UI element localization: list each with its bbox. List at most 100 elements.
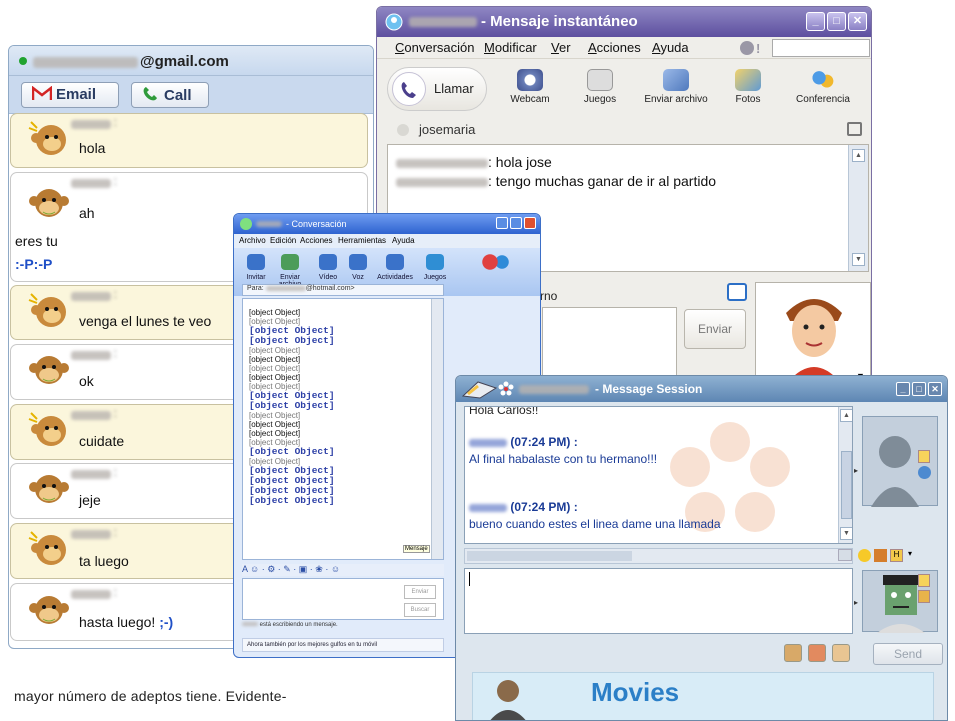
- redacted-username: [409, 17, 477, 27]
- close-button[interactable]: [524, 217, 536, 229]
- close-button[interactable]: ✕: [848, 12, 867, 31]
- small-scrollbar[interactable]: [431, 299, 443, 559]
- maximize-button[interactable]: □: [827, 12, 846, 31]
- contact-name: josemaria: [419, 122, 476, 137]
- menu-ayuda[interactable]: Ayuda: [392, 236, 415, 245]
- menu-acciones[interactable]: Acciones: [588, 40, 641, 55]
- small-message-input[interactable]: Enviar Buscar: [242, 578, 444, 620]
- menu-conversacion[interactable]: Conversación: [395, 40, 475, 55]
- redacted-username: [33, 56, 138, 68]
- input-toolbar: H ▾: [836, 548, 947, 564]
- icq-flower-icon: [498, 381, 514, 396]
- format-toolbar[interactable]: A ☺ · ⚙ · ✎ · ▣ · ❀ · ☺: [242, 564, 444, 576]
- menu-acciones[interactable]: Acciones: [300, 236, 332, 245]
- ad-banner[interactable]: Ahora también por los mejores gulfos en …: [242, 638, 444, 652]
- menu-edicion[interactable]: Edición: [270, 236, 296, 245]
- conversation-line: : tengo muchas ganar de ir al partido: [396, 173, 716, 189]
- attach-icon[interactable]: [784, 644, 802, 662]
- gmail-titlebar[interactable]: @gmail.com: [9, 46, 373, 76]
- small-buscar-button[interactable]: Buscar: [404, 603, 436, 617]
- dice-icon: [587, 69, 613, 91]
- maximize-button[interactable]: [510, 217, 522, 229]
- window-title: - Conversación: [286, 219, 347, 229]
- conversation-scrollbar[interactable]: ▲ ▼: [848, 145, 868, 271]
- minimize-button[interactable]: _: [896, 382, 910, 396]
- video-button[interactable]: Vídeo: [312, 254, 344, 281]
- icq-message-input[interactable]: [464, 568, 853, 634]
- msn-menubar: Conversación Modificar Ver Acciones Ayud…: [377, 37, 871, 59]
- phone-icon: [392, 72, 426, 106]
- menu-herramientas[interactable]: Herramientas: [338, 236, 386, 245]
- juegos-button[interactable]: Juegos: [419, 254, 451, 281]
- small-conversation-lines: [object Object] [object Object] [object …: [249, 308, 335, 506]
- close-button[interactable]: ✕: [928, 382, 942, 396]
- tools-icon[interactable]: [874, 549, 887, 562]
- file-icon: [663, 69, 689, 91]
- menu-modificar[interactable]: Modificar: [484, 40, 537, 55]
- expand-arrow-icon[interactable]: ▸: [854, 466, 858, 475]
- movie-character-icon: [490, 680, 526, 720]
- email-button[interactable]: Email: [21, 82, 119, 108]
- gmail-icon: [31, 85, 53, 100]
- actividades-button[interactable]: Actividades: [374, 254, 416, 281]
- juegos-button[interactable]: Juegos: [565, 69, 635, 105]
- invitar-button[interactable]: Invitar: [240, 254, 272, 281]
- enviar-button[interactable]: Enviar: [684, 309, 746, 349]
- send-button[interactable]: Send: [873, 643, 943, 665]
- user-card-icon[interactable]: [727, 283, 747, 301]
- icq-titlebar[interactable]: - Message Session _ □ ✕: [456, 376, 947, 402]
- menu-ayuda[interactable]: Ayuda: [652, 40, 689, 55]
- message-text: bueno cuando estes el linea dame una lla…: [469, 517, 721, 531]
- conversation-line: : hola jose: [396, 154, 552, 170]
- maximize-button[interactable]: □: [912, 382, 926, 396]
- user-options-icon[interactable]: [918, 466, 931, 479]
- msn-buddy-icon: [385, 13, 403, 31]
- expand-arrow-icon[interactable]: ▸: [854, 598, 858, 607]
- info-icon[interactable]: [918, 450, 930, 463]
- msn-buddy-icon: [240, 218, 252, 230]
- window-title: - Message Session: [595, 382, 703, 396]
- contact-status-icon: [397, 124, 409, 136]
- small-enviar-button[interactable]: Enviar: [404, 585, 436, 599]
- enviar-archivo-button[interactable]: Enviar archivo: [636, 69, 716, 105]
- history-icon[interactable]: [832, 644, 850, 662]
- history-scrollbar[interactable]: ▲ ▼: [838, 407, 852, 543]
- smiley-icon[interactable]: [858, 549, 871, 562]
- conference-icon: [810, 69, 836, 91]
- menu-ver[interactable]: Ver: [551, 40, 571, 55]
- msn-butterfly-icon: [478, 252, 518, 272]
- message-header: (07:24 PM) :: [469, 500, 578, 514]
- avatar-boy-icon: [785, 299, 843, 385]
- contact-card-icon[interactable]: [847, 122, 862, 136]
- webcam-button[interactable]: Webcam: [495, 69, 565, 105]
- tooltip: Mensaje: [403, 545, 430, 553]
- gmail-toolbar: Email Call: [9, 76, 373, 114]
- send-file-icon[interactable]: [808, 644, 826, 662]
- call-button[interactable]: Call: [131, 82, 209, 108]
- typing-status: está escribiendo un mensaje.: [242, 622, 444, 632]
- search-input[interactable]: [772, 39, 870, 57]
- fotos-button[interactable]: Fotos: [713, 69, 783, 105]
- movies-banner[interactable]: Movies: [472, 672, 934, 720]
- online-status-icon: [19, 57, 27, 65]
- minimize-button[interactable]: _: [806, 12, 825, 31]
- article-text: mayor número de adeptos tiene. Evidente-: [14, 688, 287, 704]
- voz-button[interactable]: Voz: [342, 254, 374, 281]
- message-header: (07:24 PM) :: [469, 435, 578, 449]
- menu-archivo[interactable]: Archivo: [239, 236, 266, 245]
- info-icon[interactable]: [918, 574, 930, 587]
- msn-titlebar[interactable]: - Mensaje instantáneo _ □ ✕: [377, 7, 871, 37]
- input-hscrollbar[interactable]: [464, 548, 853, 564]
- highlight-icon[interactable]: H: [890, 549, 903, 562]
- icq-message-session-window: - Message Session _ □ ✕ Hola Carlos!! (0…: [455, 375, 948, 721]
- picture-icon[interactable]: [918, 590, 930, 603]
- call-button[interactable]: Llamar: [387, 67, 487, 111]
- minimize-button[interactable]: [496, 217, 508, 229]
- phone-icon: [143, 87, 157, 101]
- webcam-icon: [517, 69, 543, 91]
- icq-history-pane: Hola Carlos!! (07:24 PM) : Al final haba…: [464, 406, 853, 544]
- dropdown-arrow-icon[interactable]: ▾: [908, 549, 912, 558]
- play-icon[interactable]: [838, 549, 852, 561]
- conferencia-button[interactable]: Conferencia: [781, 69, 865, 105]
- small-titlebar[interactable]: - Conversación: [234, 214, 540, 234]
